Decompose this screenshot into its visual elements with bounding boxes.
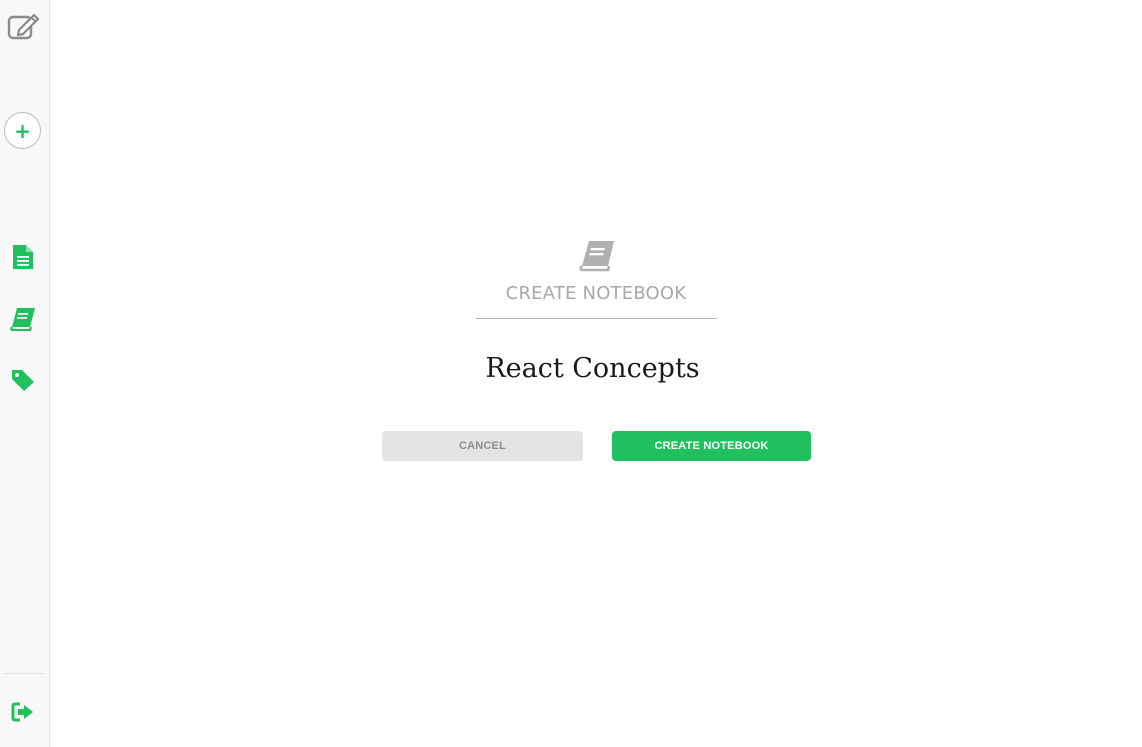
create-notebook-form: CREATE NOTEBOOK CANCEL CREATE NOTEBOOK: [50, 0, 1142, 747]
notebook-name-input[interactable]: [390, 345, 795, 391]
notes-nav-button[interactable]: [10, 243, 36, 271]
notebook-icon: [10, 308, 35, 331]
plus-icon: +: [14, 118, 31, 143]
tags-nav-button[interactable]: [9, 367, 37, 393]
pencil-square-icon: [7, 13, 40, 40]
heading-divider: [476, 318, 717, 319]
app-window: + CREATE NOTEBOOK React Concepts CANCEL …: [0, 0, 1142, 747]
new-note-button[interactable]: [5, 11, 41, 43]
add-button[interactable]: +: [4, 112, 41, 149]
logout-button[interactable]: [9, 700, 37, 724]
tag-icon: [12, 370, 34, 391]
sign-out-icon: [11, 702, 33, 722]
notebooks-nav-button[interactable]: [9, 306, 37, 332]
sidebar: +: [0, 0, 50, 747]
sidebar-divider: [3, 673, 45, 674]
notebook-icon: [579, 241, 614, 272]
create-notebook-button[interactable]: CREATE NOTEBOOK: [612, 431, 811, 461]
cancel-button[interactable]: CANCEL: [382, 431, 583, 461]
form-heading: CREATE NOTEBOOK: [505, 283, 687, 304]
note-document-icon: [13, 245, 33, 269]
